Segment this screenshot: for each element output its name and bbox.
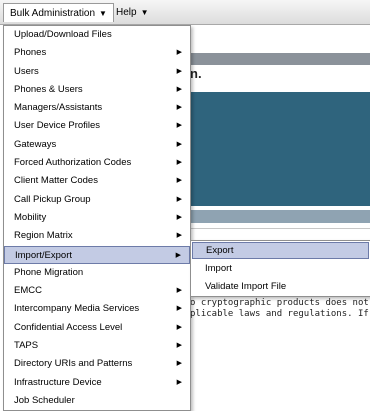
submenu-arrow-icon: ▶	[176, 287, 182, 295]
submenu-arrow-icon: ▶	[176, 360, 182, 368]
submenu-arrow-icon: ▶	[176, 122, 182, 130]
menu-item-mobility[interactable]: Mobility ▶	[4, 209, 190, 227]
notice-line-1: o cryptographic products does not imply	[190, 298, 370, 308]
menu-item-label: Upload/Download Files	[14, 29, 112, 40]
submenu-item-label: Import	[205, 263, 232, 274]
submenu-arrow-icon: ▶	[176, 177, 182, 185]
menu-item-label: Phones	[14, 47, 47, 59]
menu-item-user-device-profiles[interactable]: User Device Profiles ▶	[4, 117, 190, 135]
menu-item-label: Client Matter Codes	[14, 175, 98, 187]
submenu-arrow-icon: ▶	[176, 213, 182, 221]
menu-item-label: Managers/Assistants	[14, 102, 103, 114]
menu-item-label: Directory URIs and Patterns	[14, 358, 133, 370]
menu-item-call-pickup-group[interactable]: Call Pickup Group ▶	[4, 191, 190, 209]
menu-bar: Bulk Administration ▼ Help ▼	[0, 0, 370, 25]
menu-item-phones-users[interactable]: Phones & Users ▶	[4, 81, 190, 99]
submenu-arrow-icon: ▶	[176, 232, 182, 240]
menu-item-directory-uris-and-patterns[interactable]: Directory URIs and Patterns ▶	[4, 355, 190, 373]
bulk-administration-dropdown: Upload/Download Files Phones ▶ Users ▶ Pho…	[3, 25, 191, 411]
submenu-arrow-icon: ▶	[175, 251, 181, 259]
menu-item-taps[interactable]: TAPS ▶	[4, 337, 190, 355]
caret-down-icon: ▼	[140, 8, 149, 17]
submenu-arrow-icon: ▶	[176, 159, 182, 167]
menu-item-users[interactable]: Users ▶	[4, 63, 190, 81]
menu-item-label: Confidential Access Level	[14, 321, 123, 333]
menu-item-import-export[interactable]: Import/Export ▶	[4, 245, 190, 264]
menu-item-job-scheduler[interactable]: Job Scheduler	[4, 392, 190, 410]
menu-item-managers-assistants[interactable]: Managers/Assistants ▶	[4, 99, 190, 117]
submenu-arrow-icon: ▶	[176, 104, 182, 112]
menu-item-label: TAPS	[14, 340, 39, 352]
menu-item-label: Infrastructure Device	[14, 376, 102, 388]
menu-item-label: Job Scheduler	[14, 394, 75, 406]
submenu-arrow-icon: ▶	[176, 305, 182, 313]
submenu-arrow-icon: ▶	[176, 323, 182, 331]
menu-item-forced-authorization-codes[interactable]: Forced Authorization Codes ▶	[4, 154, 190, 172]
submenu-arrow-icon: ▶	[176, 49, 182, 57]
menu-item-region-matrix[interactable]: Region Matrix ▶	[4, 227, 190, 245]
menu-item-label: Call Pickup Group	[14, 193, 91, 205]
banner-panel	[190, 92, 370, 206]
menu-item-label: Forced Authorization Codes	[14, 157, 132, 169]
menu-item-upload-download-files[interactable]: Upload/Download Files	[4, 26, 190, 44]
menu-item-emcc[interactable]: EMCC ▶	[4, 282, 190, 300]
import-export-submenu: Export Import Validate Import File	[190, 240, 370, 297]
menu-item-label: Users	[14, 65, 39, 77]
submenu-item-label: Export	[206, 245, 234, 256]
menu-item-phone-migration[interactable]: Phone Migration	[4, 264, 190, 282]
menu-item-label: Region Matrix	[14, 230, 73, 242]
submenu-arrow-icon: ▶	[176, 342, 182, 350]
help-menu[interactable]: Help ▼	[110, 3, 155, 22]
menu-item-intercompany-media-services[interactable]: Intercompany Media Services ▶	[4, 300, 190, 318]
menu-item-label: Gateways	[14, 138, 57, 150]
menu-item-label: Import/Export	[15, 249, 73, 261]
bulk-administration-menu[interactable]: Bulk Administration ▼	[3, 3, 114, 22]
menu-item-label: Intercompany Media Services	[14, 303, 140, 315]
submenu-item-label: Validate Import File	[205, 281, 287, 292]
menu-item-label: Phone Migration	[14, 266, 84, 278]
menu-item-label: Phones & Users	[14, 83, 83, 95]
submenu-item-validate-import-file[interactable]: Validate Import File	[191, 278, 370, 296]
menu-item-label: EMCC	[14, 285, 42, 297]
submenu-arrow-icon: ▶	[176, 85, 182, 93]
notice-line-2: plicable laws and regulations. If you ar…	[190, 309, 370, 319]
submenu-arrow-icon: ▶	[176, 378, 182, 386]
submenu-arrow-icon: ▶	[176, 140, 182, 148]
page-title-fragment: n.	[190, 66, 202, 81]
caret-down-icon: ▼	[99, 9, 107, 18]
menu-item-label: Mobility	[14, 211, 47, 223]
header-band	[190, 53, 370, 65]
menu-item-label: User Device Profiles	[14, 120, 101, 132]
divider	[190, 228, 370, 229]
bulk-administration-label: Bulk Administration	[10, 8, 96, 19]
export-notice-text: o cryptographic products does not imply …	[190, 298, 370, 320]
submenu-arrow-icon: ▶	[176, 195, 182, 203]
banner-footer-band	[190, 210, 370, 223]
menu-item-infrastructure-device[interactable]: Infrastructure Device ▶	[4, 374, 190, 392]
menu-item-client-matter-codes[interactable]: Client Matter Codes ▶	[4, 172, 190, 190]
submenu-item-export[interactable]: Export	[192, 242, 369, 259]
submenu-arrow-icon: ▶	[176, 67, 182, 75]
help-label: Help	[116, 7, 137, 18]
menu-item-gateways[interactable]: Gateways ▶	[4, 136, 190, 154]
menu-item-phones[interactable]: Phones ▶	[4, 44, 190, 62]
submenu-item-import[interactable]: Import	[191, 260, 370, 278]
menu-item-confidential-access-level[interactable]: Confidential Access Level ▶	[4, 319, 190, 337]
